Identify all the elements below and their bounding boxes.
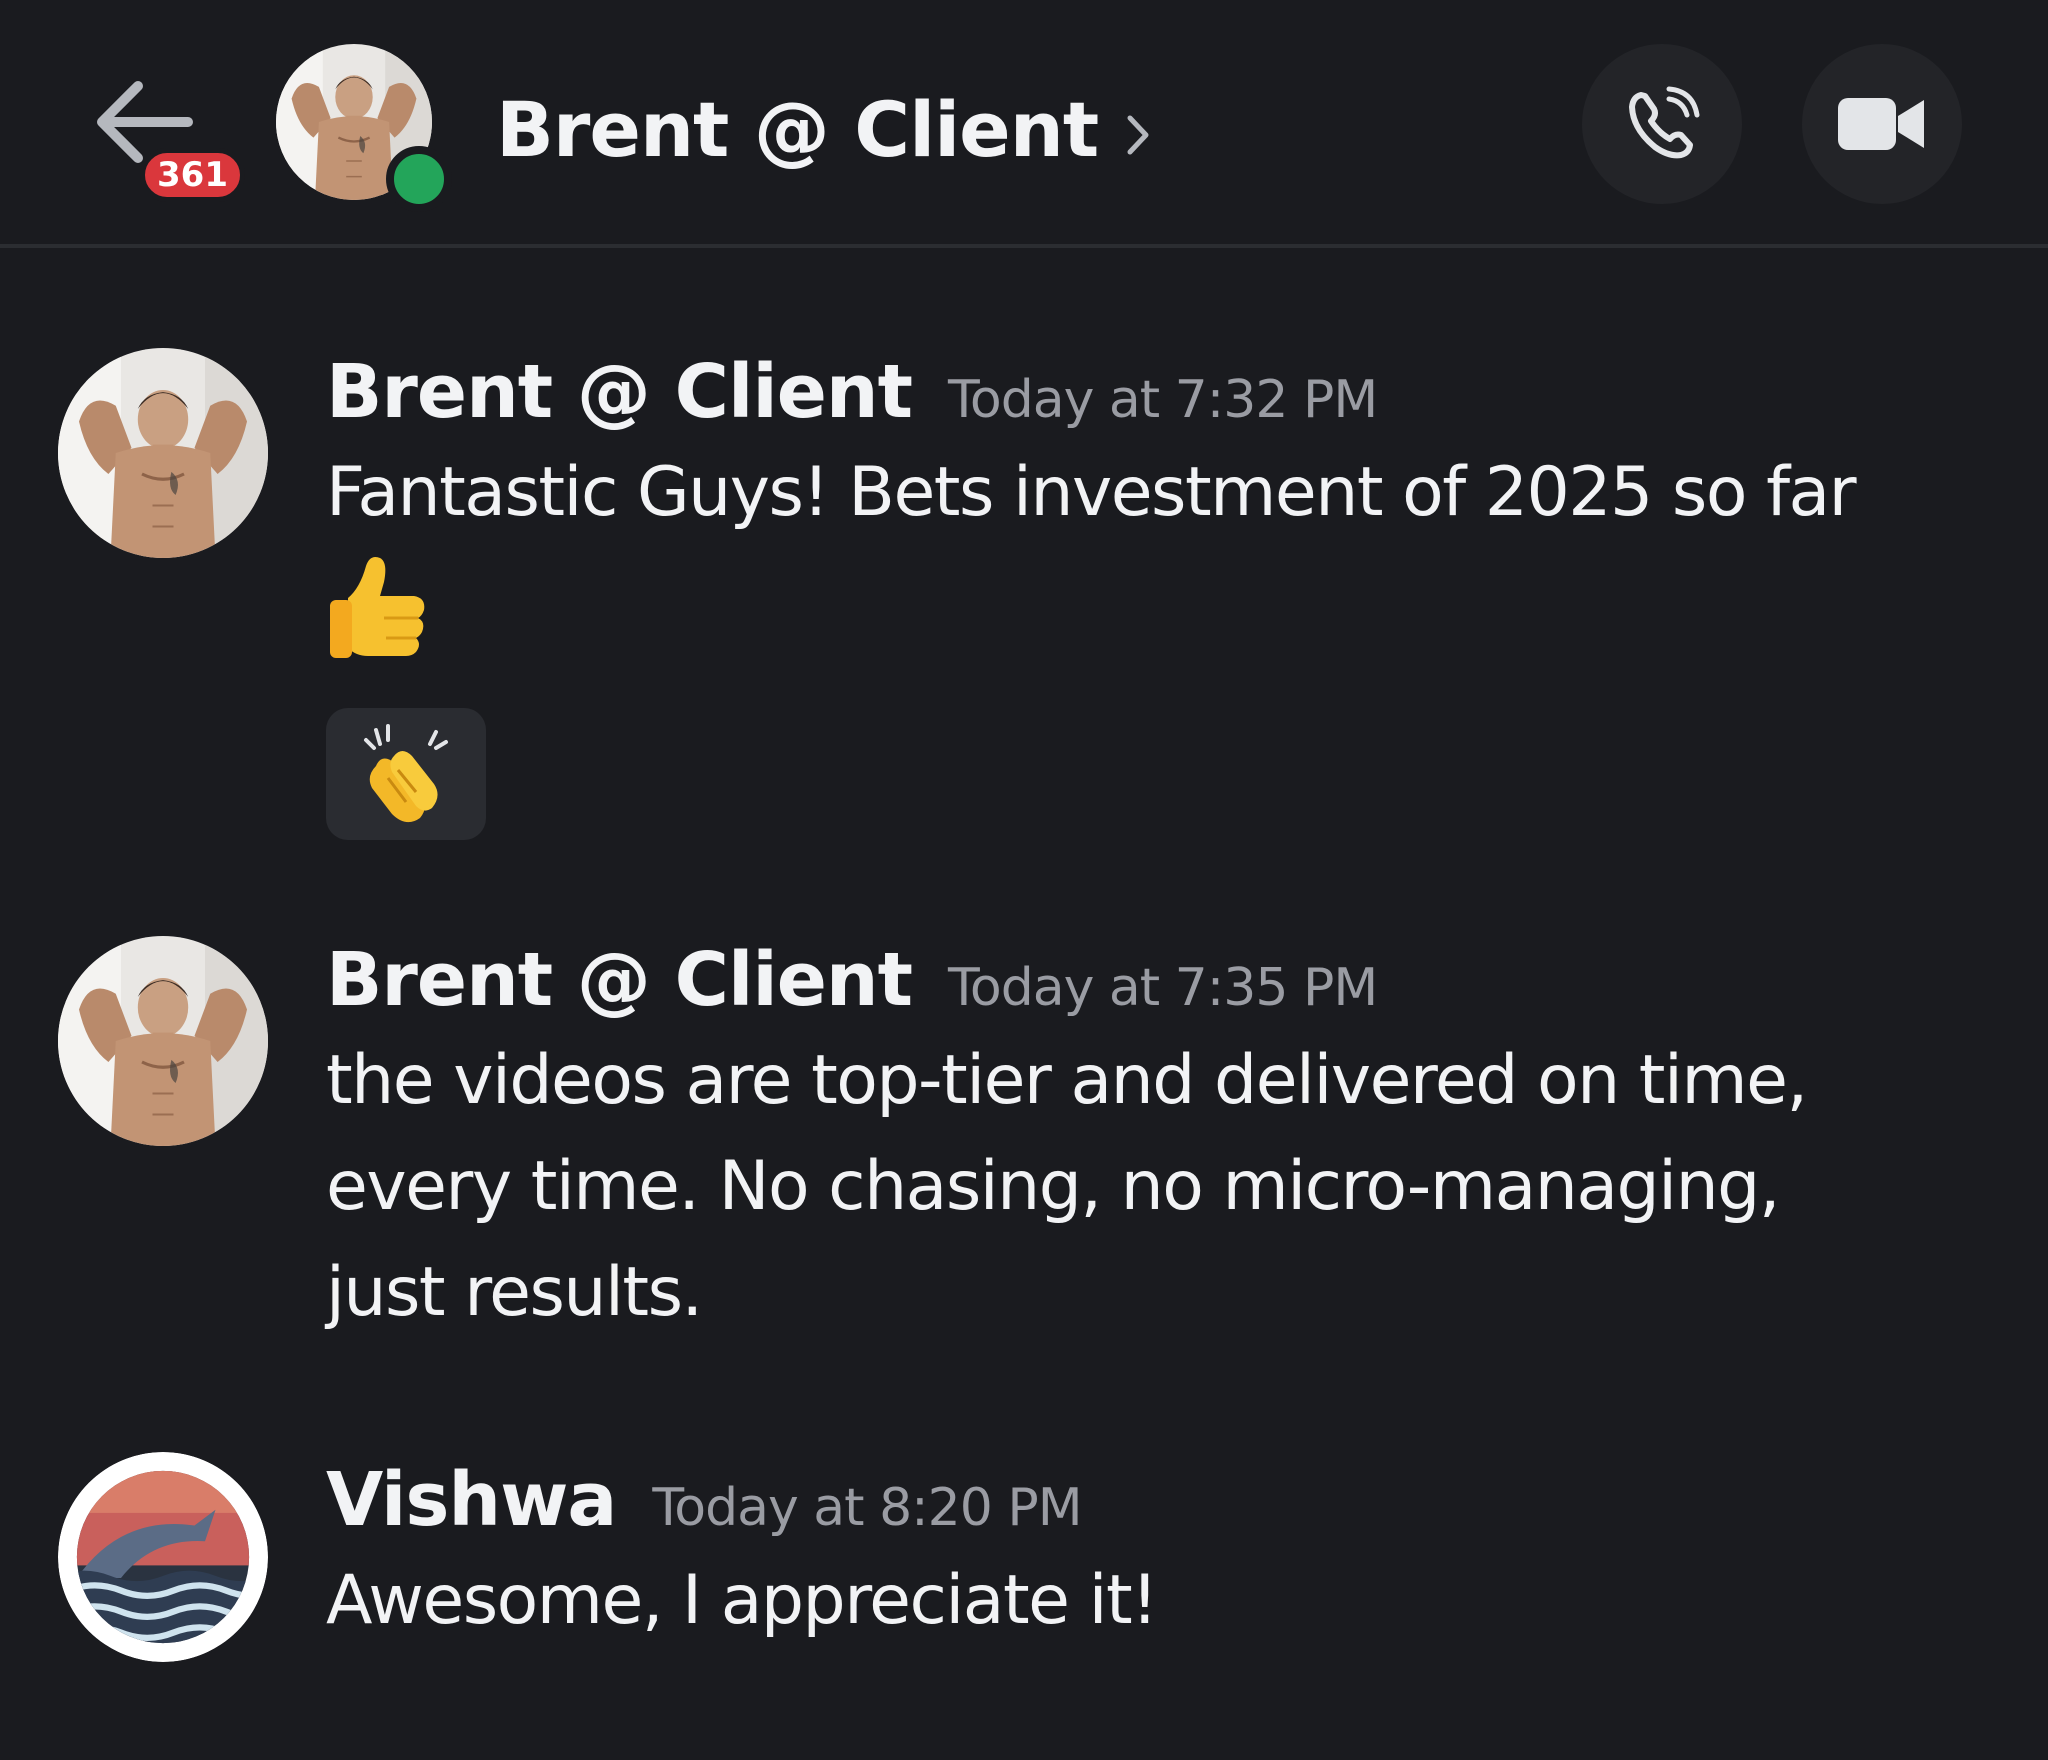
message-header: Brent @ Client Today at 7:32 PM <box>326 344 2028 440</box>
clapping-hands-icon <box>364 724 448 823</box>
phone-call-icon <box>1629 86 1700 159</box>
message-content: Vishwa Today at 8:20 PM Awesome, I appre… <box>326 1452 2028 1654</box>
page-title: Brent @ Client <box>496 85 1099 174</box>
message-content: Brent @ Client Today at 7:32 PM Fantasti… <box>326 344 2028 840</box>
chevron-right-icon <box>1126 82 1150 178</box>
company-logo-avatar-icon <box>58 1452 268 1662</box>
thumbs-up-emoji-icon <box>326 552 2028 672</box>
avatar[interactable] <box>58 348 268 558</box>
user-avatar-image <box>58 348 268 558</box>
online-status-indicator <box>386 146 452 212</box>
message-item: Brent @ Client Today at 7:35 PM the vide… <box>0 932 2048 1352</box>
message-timestamp: Today at 8:20 PM <box>652 1478 1082 1538</box>
message-header: Brent @ Client Today at 7:35 PM <box>326 932 2028 1028</box>
avatar[interactable] <box>58 936 268 1146</box>
message-author[interactable]: Brent @ Client <box>326 932 913 1028</box>
message-item: Brent @ Client Today at 7:32 PM Fantasti… <box>0 344 2048 840</box>
chat-header: 361 Brent @ Client <box>0 0 2048 248</box>
video-call-button[interactable] <box>1802 44 1962 204</box>
avatar[interactable] <box>58 1452 268 1662</box>
message-text: Awesome, I appreciate it! <box>326 1561 1158 1640</box>
unread-badge: 361 <box>140 148 245 202</box>
message-author[interactable]: Brent @ Client <box>326 344 913 440</box>
message-author[interactable]: Vishwa <box>326 1452 617 1548</box>
message-timestamp: Today at 7:32 PM <box>947 370 1378 430</box>
voice-call-button[interactable] <box>1582 44 1742 204</box>
message-item: Vishwa Today at 8:20 PM Awesome, I appre… <box>0 1452 2048 1712</box>
message-text: the videos are top-tier and delivered on… <box>326 1041 1808 1332</box>
channel-title[interactable]: Brent @ Client <box>496 82 1150 178</box>
message-timestamp: Today at 7:35 PM <box>947 958 1378 1018</box>
message-text: Fantastic Guys! Bets investment of 2025 … <box>326 453 1857 532</box>
message-header: Vishwa Today at 8:20 PM <box>326 1452 2028 1548</box>
user-avatar-image <box>58 936 268 1146</box>
message-content: Brent @ Client Today at 7:35 PM the vide… <box>326 932 2028 1346</box>
reaction-clapping-hands[interactable] <box>326 708 486 840</box>
video-camera-icon <box>1838 98 1924 150</box>
